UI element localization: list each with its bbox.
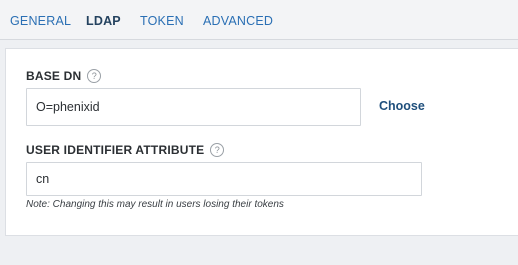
tab-ldap[interactable]: LDAP bbox=[86, 14, 121, 28]
base-dn-help-icon[interactable]: ? bbox=[87, 69, 102, 83]
user-identifier-note: Note: Changing this may result in users … bbox=[26, 199, 284, 210]
tab-token[interactable]: TOKEN bbox=[140, 14, 184, 28]
choose-button[interactable]: Choose bbox=[379, 99, 425, 113]
tab-general[interactable]: GENERAL bbox=[10, 14, 71, 28]
base-dn-label: BASE DN bbox=[26, 69, 82, 83]
user-identifier-input[interactable] bbox=[26, 162, 422, 196]
tab-advanced[interactable]: ADVANCED bbox=[203, 14, 273, 28]
base-dn-input[interactable] bbox=[26, 88, 361, 126]
tab-bar: GENERAL LDAP TOKEN ADVANCED bbox=[0, 0, 518, 40]
ldap-settings-panel: BASE DN ? Choose USER IDENTIFIER ATTRIBU… bbox=[5, 48, 518, 236]
user-identifier-help-icon[interactable]: ? bbox=[210, 143, 225, 157]
base-dn-label-row: BASE DN ? bbox=[26, 69, 102, 83]
user-identifier-label: USER IDENTIFIER ATTRIBUTE bbox=[26, 143, 205, 157]
user-identifier-label-row: USER IDENTIFIER ATTRIBUTE ? bbox=[26, 143, 225, 157]
